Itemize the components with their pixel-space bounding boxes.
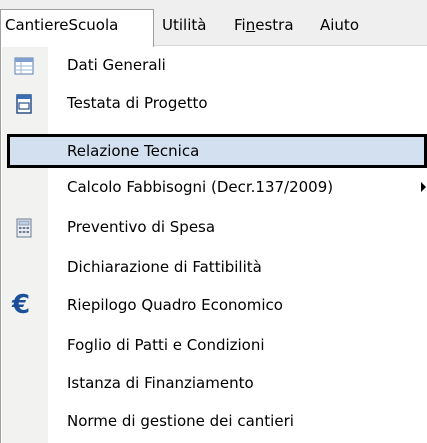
menu-item-label: Dati Generali [67,56,166,74]
menu-finestra[interactable]: Finestra [230,10,298,42]
menu-item-label: Relazione Tecnica [67,142,200,160]
menu-aiuto-label: Aiuto [320,16,359,34]
menu-utilita-label: Utilità [162,16,207,34]
menu-item-label: Norme di gestione dei cantieri [67,412,294,430]
cantierescuola-dropdown-menu: Dati Generali Testata di Progetto Relazi… [0,46,427,443]
menu-item-dichiarazione-di-fattibilita[interactable]: Dichiarazione di Fattibilità [2,250,426,287]
menu-cantierescuola[interactable]: CantiereScuola [0,9,154,47]
menu-item-dati-generali[interactable]: Dati Generali [2,48,426,85]
menu-item-label: Dichiarazione di Fattibilità [67,258,262,276]
euro-icon: € [12,290,31,320]
document-icon [16,94,32,114]
menu-item-label: Calcolo Fabbisogni (Decr.137/2009) [67,178,334,196]
menu-aiuto[interactable]: Aiuto [316,10,363,42]
submenu-arrow-icon [421,182,426,192]
menu-item-label: Testata di Progetto [67,94,208,112]
menu-item-label: Foglio di Patti e Condizioni [67,336,265,354]
menu-bar: CantiereScuola Utilità Finestra Aiuto [0,0,427,47]
menu-finestra-label-pre: Fi [234,16,246,34]
menu-cantierescuola-label: CantiereScuola [5,16,119,34]
menu-item-calcolo-fabbisogni[interactable]: Calcolo Fabbisogni (Decr.137/2009) [2,170,426,207]
menu-utilita[interactable]: Utilità [158,10,210,42]
menu-item-testata-di-progetto[interactable]: Testata di Progetto [2,86,426,123]
menu-item-label: Istanza di Finanziamento [67,374,254,392]
menu-finestra-label-underlined: n [245,16,256,34]
menu-item-foglio-di-patti-e-condizioni[interactable]: Foglio di Patti e Condizioni [2,328,426,365]
menu-item-relazione-tecnica[interactable]: Relazione Tecnica [7,134,427,168]
menu-item-norme-di-gestione-dei-cantieri[interactable]: Norme di gestione dei cantieri [2,404,426,441]
menu-item-label: Riepilogo Quadro Economico [67,296,283,314]
menu-item-label: Preventivo di Spesa [67,218,216,236]
menu-finestra-label-post: estra [255,16,294,34]
menu-item-riepilogo-quadro-economico[interactable]: € Riepilogo Quadro Economico [2,288,426,325]
calculator-icon [16,218,32,238]
menu-item-istanza-di-finanziamento[interactable]: Istanza di Finanziamento [2,366,426,403]
table-icon [14,57,34,75]
menu-item-preventivo-di-spesa[interactable]: Preventivo di Spesa [2,210,426,247]
